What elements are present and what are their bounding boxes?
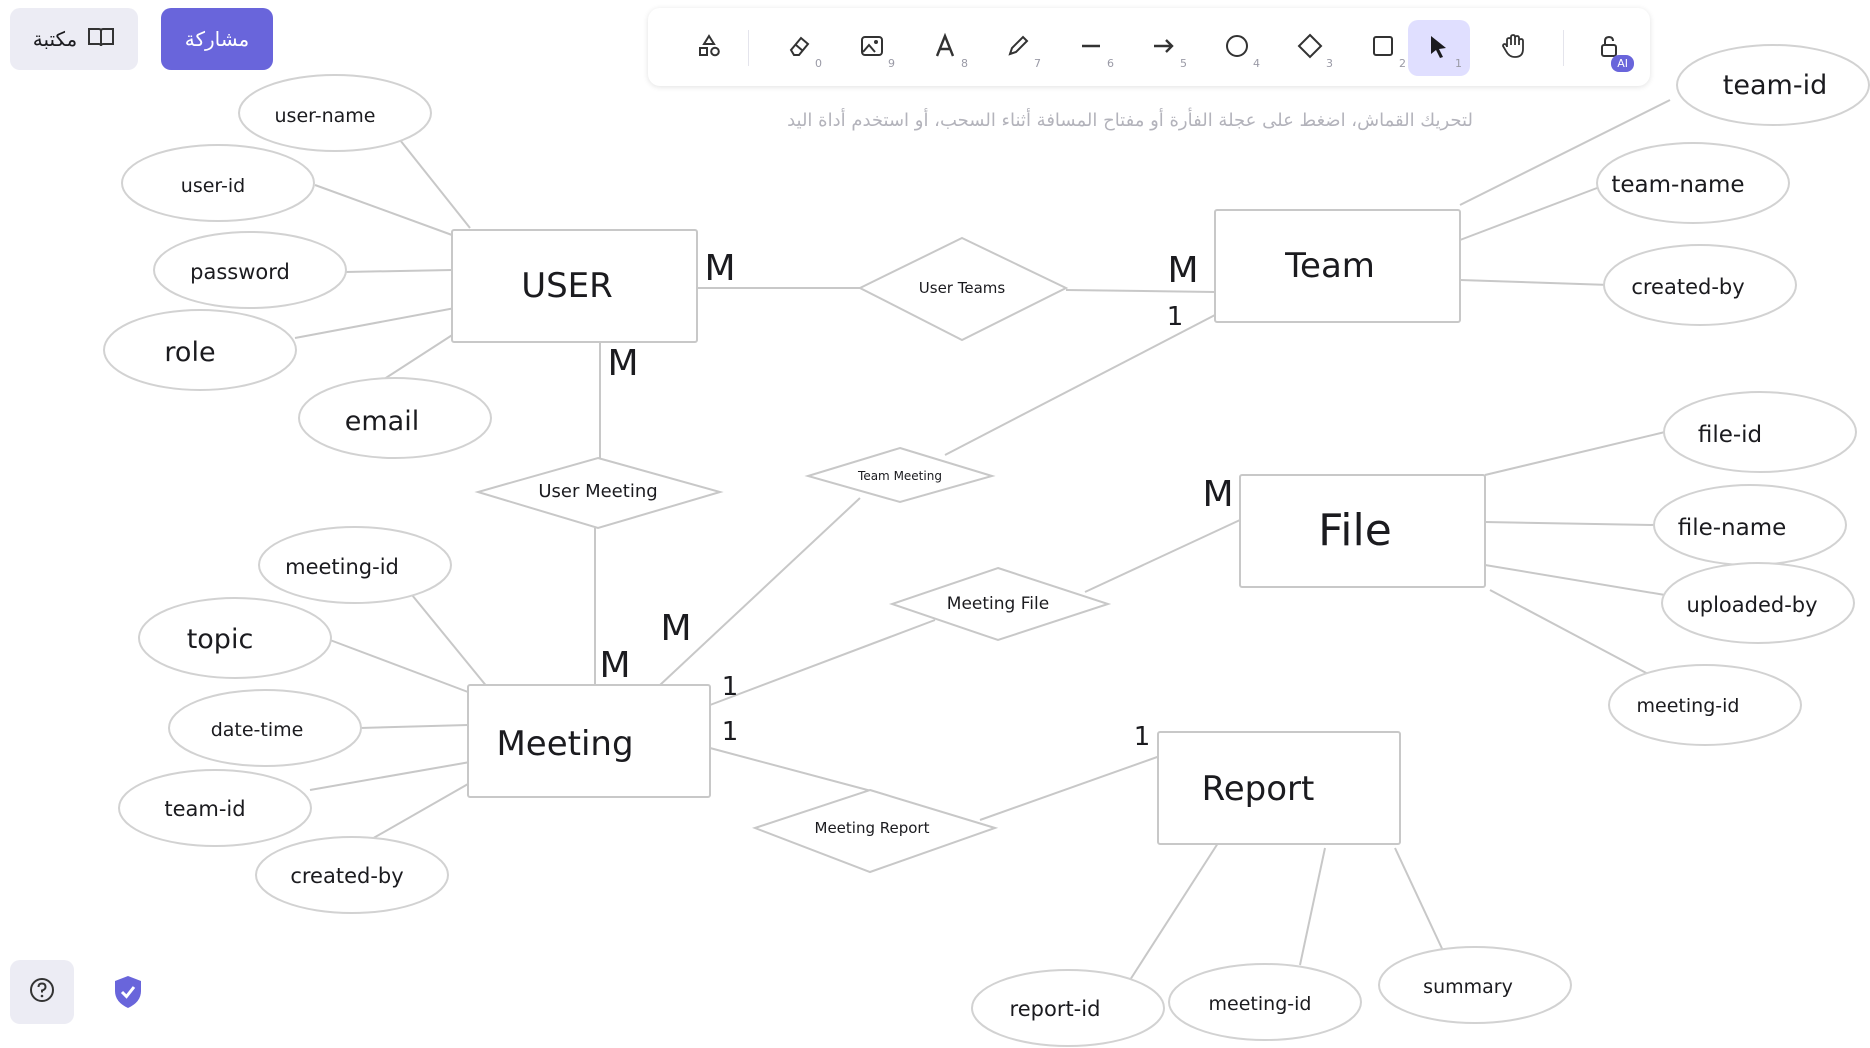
share-button-label: مشاركة (184, 27, 250, 51)
relationship-user-meeting-label: User Meeting (538, 481, 657, 502)
attribute-meeting-topic: topic (187, 624, 254, 655)
cursor-icon (1425, 32, 1453, 64)
attribute-file-id: file-id (1698, 422, 1762, 448)
help-button[interactable] (10, 960, 74, 1024)
tool-key: 4 (1253, 57, 1260, 70)
cardinality-label: M (599, 645, 630, 686)
attribute-team-created-by: created-by (1631, 275, 1744, 299)
relationship-user-team-label: User Teams (919, 279, 1006, 297)
entity-report-label: Report (1202, 769, 1315, 809)
arrow-tool[interactable]: 5 (1133, 20, 1195, 76)
image-icon (858, 32, 886, 64)
hand-tool[interactable] (1482, 20, 1544, 76)
diagram-canvas[interactable]: USER Team File Meeting Report User Teams… (0, 0, 1870, 1048)
attributes: user-name user-id password role email te… (103, 44, 1870, 1047)
tool-key: 5 (1180, 57, 1187, 70)
eraser-icon (785, 32, 813, 64)
tool-key: 0 (815, 57, 822, 70)
tool-key: 9 (888, 57, 895, 70)
hand-icon (1499, 32, 1527, 64)
relationship-meeting-report-label: Meeting Report (815, 819, 930, 837)
attribute-meeting-id: meeting-id (285, 555, 399, 579)
cardinality-label: M (660, 608, 691, 649)
diamond-icon (1296, 32, 1324, 64)
lock-tool[interactable]: AI (1578, 20, 1640, 76)
shapes-tool[interactable] (678, 20, 740, 76)
shapes-icon (695, 32, 723, 64)
circle-icon (1223, 32, 1251, 64)
rectangle-tool[interactable]: 2 (1352, 20, 1414, 76)
cardinality-label: 1 (1134, 722, 1151, 752)
entity-team-label: Team (1284, 246, 1375, 286)
share-button[interactable]: مشاركة (161, 8, 273, 70)
cardinality-label: 1 (722, 672, 739, 702)
tool-key: 6 (1107, 57, 1114, 70)
selection-tool[interactable]: 1 (1408, 20, 1470, 76)
relationship-meeting-file-label: Meeting File (947, 594, 1049, 614)
diamond-tool[interactable]: 3 (1279, 20, 1341, 76)
cardinality-label: M (704, 248, 735, 289)
attribute-user-name: user-name (275, 105, 376, 127)
attribute-team-id: team-id (1723, 70, 1827, 101)
tool-key: 3 (1326, 57, 1333, 70)
library-button[interactable]: مكتبة (10, 8, 138, 70)
attribute-file-uploaded-by: uploaded-by (1686, 593, 1817, 617)
attribute-meeting-created-by: created-by (290, 864, 403, 888)
help-icon (29, 977, 55, 1007)
line-tool[interactable]: 6 (1060, 20, 1122, 76)
eraser-tool[interactable]: 0 (768, 20, 830, 76)
relationship-team-meeting-label: Team Meeting (857, 469, 942, 483)
attribute-user-email: email (345, 406, 419, 437)
arrow-icon (1150, 32, 1178, 64)
ai-badge: AI (1611, 55, 1634, 72)
toolbar: 0 9 8 7 6 5 4 3 2 1 AI (648, 8, 1650, 86)
cardinality-label: M (1167, 250, 1198, 291)
attribute-report-summary: summary (1423, 976, 1513, 998)
security-shield[interactable] (108, 972, 148, 1016)
attribute-user-role: role (164, 337, 215, 368)
text-icon (931, 32, 959, 64)
attribute-meeting-date-time: date-time (211, 719, 304, 741)
tool-key: 1 (1455, 57, 1462, 70)
entity-file-label: File (1318, 505, 1392, 556)
attribute-file-meeting-id: meeting-id (1637, 695, 1740, 717)
attribute-user-password: password (190, 260, 290, 284)
cardinality-label: M (1202, 474, 1233, 515)
entity-meeting-label: Meeting (496, 724, 633, 764)
attribute-report-id: report-id (1010, 997, 1101, 1021)
text-tool[interactable]: 8 (914, 20, 976, 76)
tool-key: 2 (1399, 57, 1406, 70)
canvas-hint: لتحريك القماش، اضغط على عجلة الفأرة أو م… (787, 110, 1473, 131)
book-icon (87, 26, 115, 53)
cardinality-label: 1 (1167, 302, 1184, 332)
attribute-user-id: user-id (181, 175, 245, 197)
cardinality-label: 1 (722, 717, 739, 747)
shield-icon (112, 974, 144, 1014)
line-icon (1077, 32, 1105, 64)
draw-tool[interactable]: 7 (987, 20, 1049, 76)
tool-key: 7 (1034, 57, 1041, 70)
attribute-meeting-team-id: team-id (164, 797, 245, 821)
attribute-file-name: file-name (1678, 515, 1787, 541)
tool-key: 8 (961, 57, 968, 70)
pencil-icon (1004, 32, 1032, 64)
square-icon (1369, 32, 1397, 64)
attribute-team-name: team-name (1611, 172, 1744, 198)
attribute-report-meeting-id: meeting-id (1209, 993, 1312, 1015)
entity-user-label: USER (521, 266, 613, 306)
ellipse-tool[interactable]: 4 (1206, 20, 1268, 76)
cardinality-label: M (607, 343, 638, 384)
image-tool[interactable]: 9 (841, 20, 903, 76)
library-button-label: مكتبة (32, 27, 78, 51)
